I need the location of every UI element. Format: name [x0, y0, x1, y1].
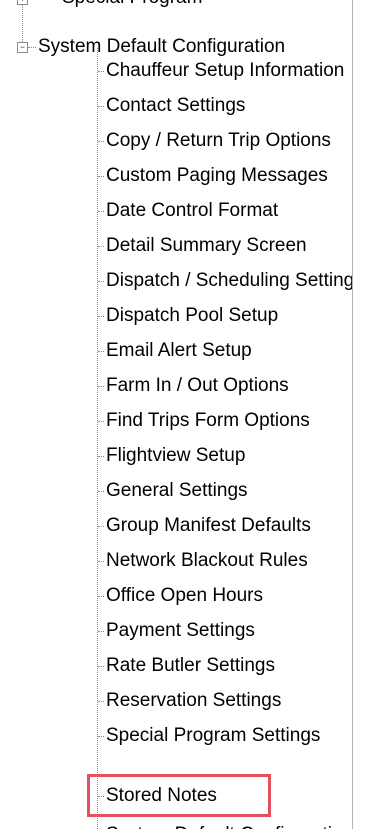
- tree-item-payment-settings[interactable]: Payment Settings: [98, 614, 352, 647]
- tree-item-email-alert-setup[interactable]: Email Alert Setup: [98, 334, 352, 367]
- tree-connector-line: [98, 421, 104, 422]
- tree-connector-line: [98, 526, 104, 527]
- tree-item-system-default-config[interactable]: System Default Configuration: [98, 818, 352, 829]
- tree-connector-line: [22, 0, 23, 48]
- tree-item-label: Chauffeur Setup Information: [106, 60, 345, 81]
- tree-connector-line: [98, 736, 104, 737]
- collapse-icon[interactable]: −: [17, 42, 28, 53]
- tree-item-label: General Settings: [106, 480, 248, 501]
- tree-item-detail-summary-screen[interactable]: Detail Summary Screen: [98, 229, 352, 262]
- tree-view[interactable]: + Special Program − System Default Confi…: [0, 0, 352, 829]
- tree-item-copy-return-trip[interactable]: Copy / Return Trip Options: [98, 124, 352, 157]
- tree-item-label: Dispatch / Scheduling Settings: [106, 270, 352, 291]
- tree-item-label: Special Program Settings: [106, 725, 321, 746]
- tree-connector-line: [98, 246, 104, 247]
- tree-item-label: Group Manifest Defaults: [106, 515, 311, 536]
- tree-connector-line: [98, 141, 104, 142]
- tree-item-label: Flightview Setup: [106, 445, 246, 466]
- tree-item-label: Office Open Hours: [106, 585, 264, 606]
- tree-item-date-control-format[interactable]: Date Control Format: [98, 194, 352, 227]
- tree-item-find-trips-form[interactable]: Find Trips Form Options: [98, 404, 352, 437]
- tree-item-special-program-settings[interactable]: Special Program Settings: [98, 719, 352, 752]
- tree-connector-line: [98, 316, 104, 317]
- tree-item-label: Farm In / Out Options: [106, 375, 289, 396]
- tree-connector-line: [98, 351, 104, 352]
- tree-item-farm-in-out[interactable]: Farm In / Out Options: [98, 369, 352, 402]
- expand-icon[interactable]: +: [17, 0, 28, 5]
- tree-item-group-manifest[interactable]: Group Manifest Defaults: [98, 509, 352, 542]
- tree-item-label: Network Blackout Rules: [106, 550, 308, 571]
- tree-item-dispatch-scheduling[interactable]: Dispatch / Scheduling Settings: [98, 264, 352, 297]
- tree-connector-line: [98, 596, 104, 597]
- tree-connector-line: [28, 47, 36, 48]
- tree-item-general-settings[interactable]: General Settings: [98, 474, 352, 507]
- tree-connector-line: [98, 491, 104, 492]
- tree-connector-line: [98, 281, 104, 282]
- tree-item-custom-paging[interactable]: Custom Paging Messages: [98, 159, 352, 192]
- tree-item-label: Find Trips Form Options: [106, 410, 310, 431]
- tree-connector-line: [98, 386, 104, 387]
- tree-item-chauffeur-setup[interactable]: Chauffeur Setup Information: [98, 54, 352, 87]
- tree-connector-line: [98, 71, 104, 72]
- tree-item-label: Rate Butler Settings: [106, 655, 275, 676]
- vertical-scrollbar[interactable]: [352, 0, 372, 829]
- tree-item-label: Detail Summary Screen: [106, 235, 307, 256]
- tree-item-network-blackout[interactable]: Network Blackout Rules: [98, 544, 352, 577]
- tree-item-contact-settings[interactable]: Contact Settings: [98, 89, 352, 122]
- tree-item-label: Reservation Settings: [106, 690, 282, 711]
- tree-item-label: System Default Configuration: [106, 818, 352, 829]
- tree-item-special-program[interactable]: Special Program: [62, 0, 202, 14]
- tree-connector-line: [98, 701, 104, 702]
- tree-connector-line: [98, 106, 104, 107]
- tree-item-rate-butler-settings[interactable]: Rate Butler Settings: [98, 649, 352, 682]
- tree-item-label: Payment Settings: [106, 620, 255, 641]
- tree-item-label: Email Alert Setup: [106, 340, 252, 361]
- tree-item-label: Dispatch Pool Setup: [106, 305, 279, 326]
- tree-item-dispatch-pool-setup[interactable]: Dispatch Pool Setup: [98, 299, 352, 332]
- tree-item-label: Contact Settings: [106, 95, 246, 116]
- tree-item-flightview-setup[interactable]: Flightview Setup: [98, 439, 352, 472]
- tree-item-reservation-settings[interactable]: Reservation Settings: [98, 684, 352, 717]
- tree-connector-line: [98, 631, 104, 632]
- tree-connector-line: [98, 176, 104, 177]
- tree-item-label: Copy / Return Trip Options: [106, 130, 331, 151]
- tree-item-label: Custom Paging Messages: [106, 165, 328, 186]
- tree-connector-line: [98, 666, 104, 667]
- tree-item-label: Date Control Format: [106, 200, 279, 221]
- tree-item-office-open-hours[interactable]: Office Open Hours: [98, 579, 352, 612]
- tree-connector-line: [98, 561, 104, 562]
- tree-connector-line: [98, 211, 104, 212]
- tree-connector-line: [98, 456, 104, 457]
- stored-notes-highlight-box: [87, 774, 271, 817]
